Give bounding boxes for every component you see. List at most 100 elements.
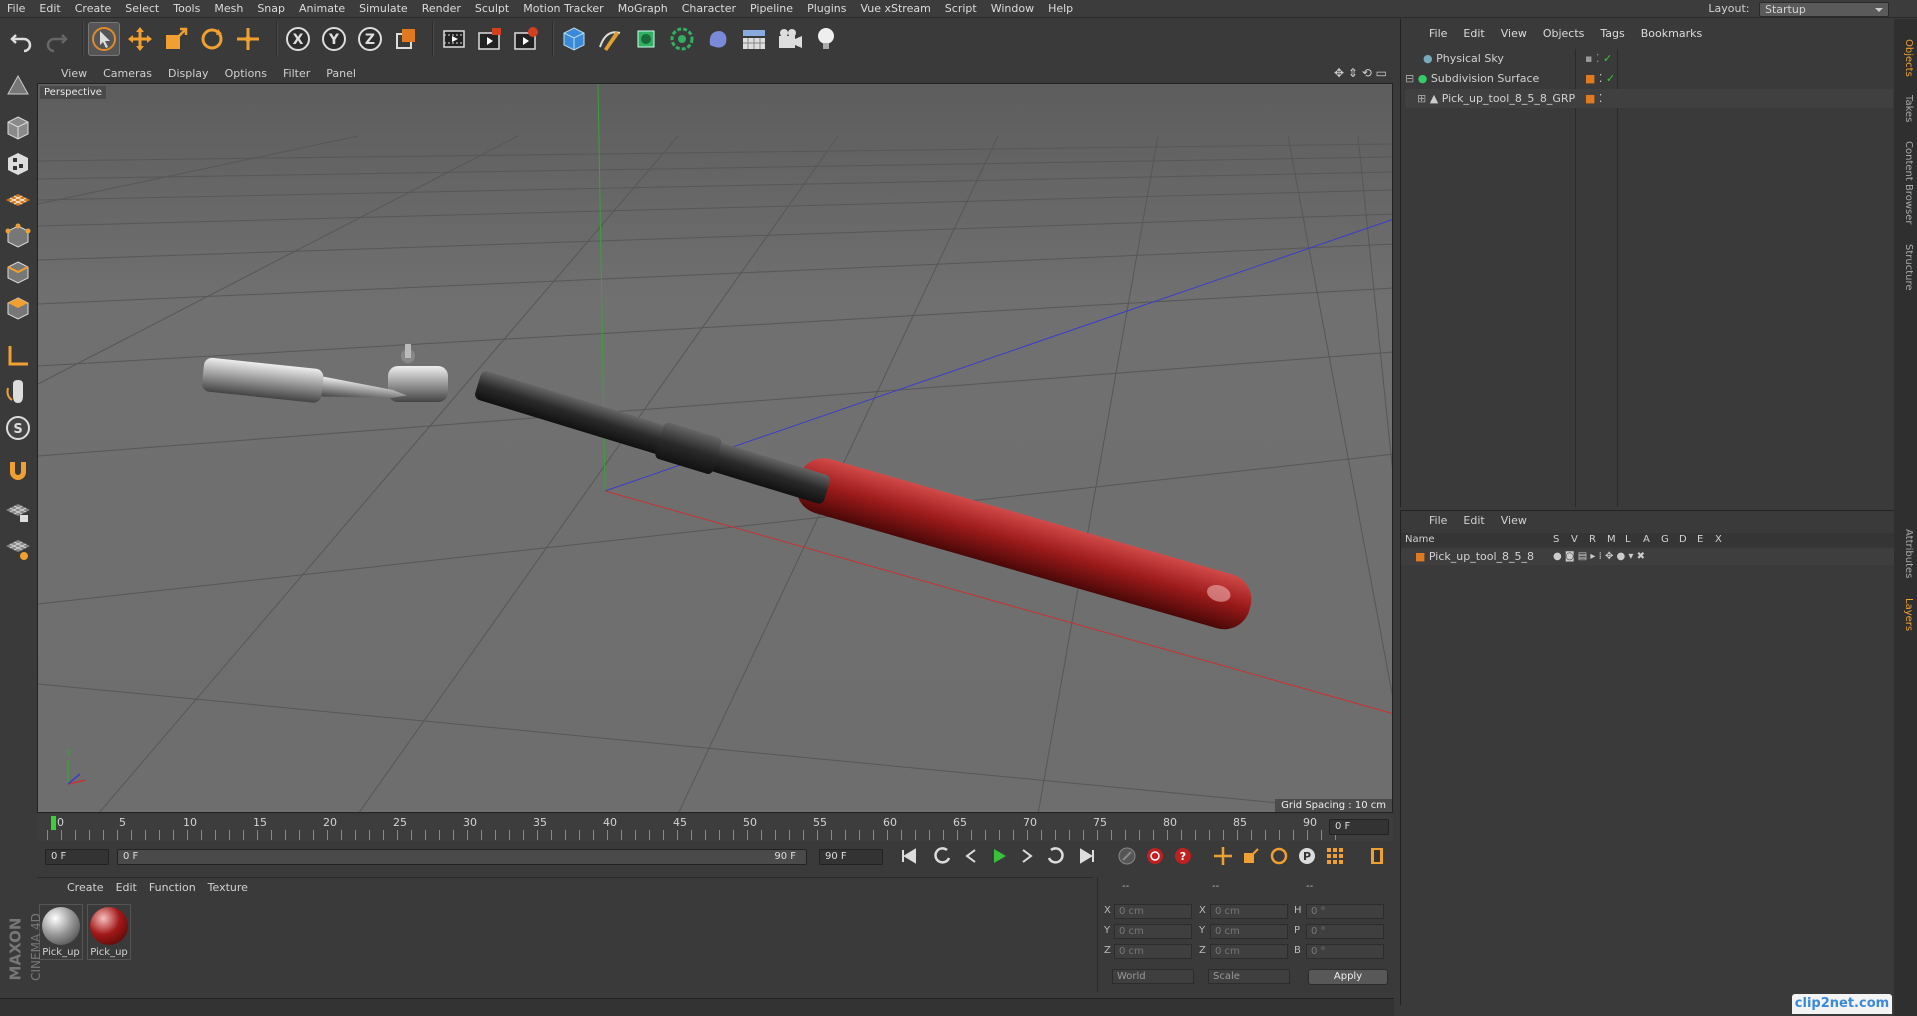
scale-dropdown[interactable]: Scale	[1208, 969, 1290, 984]
menu-file[interactable]: File	[0, 0, 32, 17]
viewport-menu-options[interactable]: Options	[217, 64, 275, 83]
tab-objects[interactable]: Objects	[1897, 33, 1914, 83]
objects-menu-file[interactable]: File	[1421, 19, 1455, 49]
light-icon[interactable]	[810, 22, 842, 56]
tweak-mode-icon[interactable]	[2, 376, 34, 408]
menu-sculpt[interactable]: Sculpt	[468, 0, 516, 17]
texture-mode-icon[interactable]	[2, 148, 34, 180]
pen-spline-icon[interactable]	[594, 22, 626, 56]
expand-icon[interactable]: ⊞	[1417, 92, 1426, 105]
world-dropdown[interactable]: World	[1112, 969, 1194, 984]
material-swatch[interactable]: Pick_up	[87, 904, 131, 960]
position-x-field[interactable]: 0 cm	[1114, 904, 1192, 919]
size-y-field[interactable]: 0 cm	[1210, 924, 1288, 939]
end-frame-field[interactable]: 90 F	[819, 849, 883, 865]
viewport-menu-panel[interactable]: Panel	[318, 64, 364, 83]
key-scale-icon[interactable]	[1237, 845, 1265, 867]
object-row[interactable]: ● Physical Sky ▪ ⁚ ✓	[1405, 49, 1893, 68]
objects-menu-tags[interactable]: Tags	[1592, 19, 1632, 49]
timeline-ruler[interactable]: 0 5 10 15 20 25 30 35 40 45 50 55 60 65 …	[37, 815, 1393, 841]
menu-select[interactable]: Select	[118, 0, 166, 17]
viewport-menu-display[interactable]: Display	[160, 64, 217, 83]
layer-flag-icons[interactable]: ● ◙ ▤ ▸ ⁞ ✥ ● ▾ ✖	[1553, 549, 1645, 565]
menu-animate[interactable]: Animate	[292, 0, 352, 17]
tab-structure[interactable]: Structure	[1897, 237, 1914, 297]
menu-snap[interactable]: Snap	[250, 0, 292, 17]
menu-mesh[interactable]: Mesh	[207, 0, 250, 17]
magnet-icon[interactable]	[2, 454, 34, 486]
floor-environment-icon[interactable]	[738, 22, 770, 56]
select-arrow-icon[interactable]	[88, 22, 120, 56]
layout-dropdown[interactable]: Startup	[1759, 1, 1889, 17]
menu-tools[interactable]: Tools	[166, 0, 207, 17]
apply-button[interactable]: Apply	[1308, 969, 1388, 985]
previous-frame-icon[interactable]	[957, 845, 985, 867]
menu-render[interactable]: Render	[415, 0, 468, 17]
objects-menu-objects[interactable]: Objects	[1535, 19, 1593, 49]
menu-plugins[interactable]: Plugins	[800, 0, 853, 17]
menu-motion-tracker[interactable]: Motion Tracker	[516, 0, 610, 17]
material-menu-edit[interactable]: Edit	[110, 878, 143, 898]
object-row[interactable]: ⊞ ▲ Pick_up_tool_8_5_8_GRP ■ ⁚	[1405, 89, 1893, 108]
keyframe-selection-icon[interactable]: ?	[1169, 845, 1197, 867]
current-frame-field[interactable]: 0 F	[1329, 819, 1389, 835]
layers-menu-edit[interactable]: Edit	[1455, 514, 1492, 527]
render-view-icon[interactable]	[438, 22, 470, 56]
model-mode-icon[interactable]	[2, 112, 34, 144]
menu-create[interactable]: Create	[68, 0, 119, 17]
menu-pipeline[interactable]: Pipeline	[743, 0, 800, 17]
viewport-menu-cameras[interactable]: Cameras	[95, 64, 160, 83]
axis-mode-icon[interactable]	[2, 340, 34, 372]
make-editable-icon[interactable]	[2, 70, 34, 102]
menu-edit[interactable]: Edit	[32, 0, 67, 17]
key-rotation-icon[interactable]	[1265, 845, 1293, 867]
redo-icon[interactable]	[40, 22, 72, 56]
position-y-field[interactable]: 0 cm	[1114, 924, 1192, 939]
objects-menu-view[interactable]: View	[1493, 19, 1535, 49]
objects-menu-bookmarks[interactable]: Bookmarks	[1633, 19, 1710, 49]
menu-help[interactable]: Help	[1041, 0, 1080, 17]
cube-primitive-icon[interactable]	[558, 22, 590, 56]
polygons-mode-icon[interactable]	[2, 292, 34, 324]
viewport-navigation-icons[interactable]: ✥ ⇕ ⟲ ▭	[1334, 66, 1387, 80]
objects-menu-edit[interactable]: Edit	[1455, 19, 1492, 49]
menu-mograph[interactable]: MoGraph	[611, 0, 675, 17]
start-frame-field[interactable]: 0 F	[45, 849, 109, 865]
rotation-p-field[interactable]: 0 °	[1306, 924, 1384, 939]
key-parameter-icon[interactable]: P	[1293, 845, 1321, 867]
menu-character[interactable]: Character	[675, 0, 743, 17]
next-frame-icon[interactable]	[1013, 845, 1041, 867]
previous-key-icon[interactable]	[929, 845, 957, 867]
viewport-menu-filter[interactable]: Filter	[275, 64, 318, 83]
workplane-lock-icon[interactable]	[2, 496, 34, 528]
material-menu-create[interactable]: Create	[61, 878, 110, 898]
size-z-field[interactable]: 0 cm	[1210, 944, 1288, 959]
scale-icon[interactable]	[160, 22, 192, 56]
playhead-marker[interactable]	[51, 816, 56, 830]
render-picture-viewer-icon[interactable]	[474, 22, 506, 56]
timeline-window-icon[interactable]	[1363, 845, 1391, 867]
key-position-icon[interactable]	[1209, 845, 1237, 867]
coordinate-system-icon[interactable]	[390, 22, 422, 56]
x-axis-lock-icon[interactable]: X	[282, 22, 314, 56]
material-menu-function[interactable]: Function	[143, 878, 202, 898]
points-mode-icon[interactable]	[2, 220, 34, 252]
viewport-menu-view[interactable]: View	[37, 64, 95, 83]
visibility-dots-icon[interactable]: ■ ⁚ ✓	[1585, 69, 1615, 88]
undo-icon[interactable]	[6, 22, 38, 56]
snap-enable-icon[interactable]: S	[2, 412, 34, 444]
rotate-icon[interactable]	[196, 22, 228, 56]
menu-window[interactable]: Window	[984, 0, 1041, 17]
tab-layers[interactable]: Layers	[1897, 595, 1914, 635]
workplane-align-icon[interactable]	[2, 532, 34, 564]
layer-color-icon[interactable]: ■	[1415, 550, 1425, 563]
next-key-icon[interactable]	[1041, 845, 1069, 867]
camera-icon[interactable]	[774, 22, 806, 56]
layer-row[interactable]: ■ Pick_up_tool_8_5_8 ● ◙ ▤ ▸ ⁞ ✥ ● ▾ ✖	[1401, 549, 1895, 565]
layers-menu-file[interactable]: File	[1421, 514, 1455, 527]
y-axis-lock-icon[interactable]: Y	[318, 22, 350, 56]
material-swatch[interactable]: Pick_up	[39, 904, 83, 960]
autokey-icon[interactable]	[1141, 845, 1169, 867]
rotation-h-field[interactable]: 0 °	[1306, 904, 1384, 919]
tab-content-browser[interactable]: Content Browser	[1897, 133, 1914, 233]
